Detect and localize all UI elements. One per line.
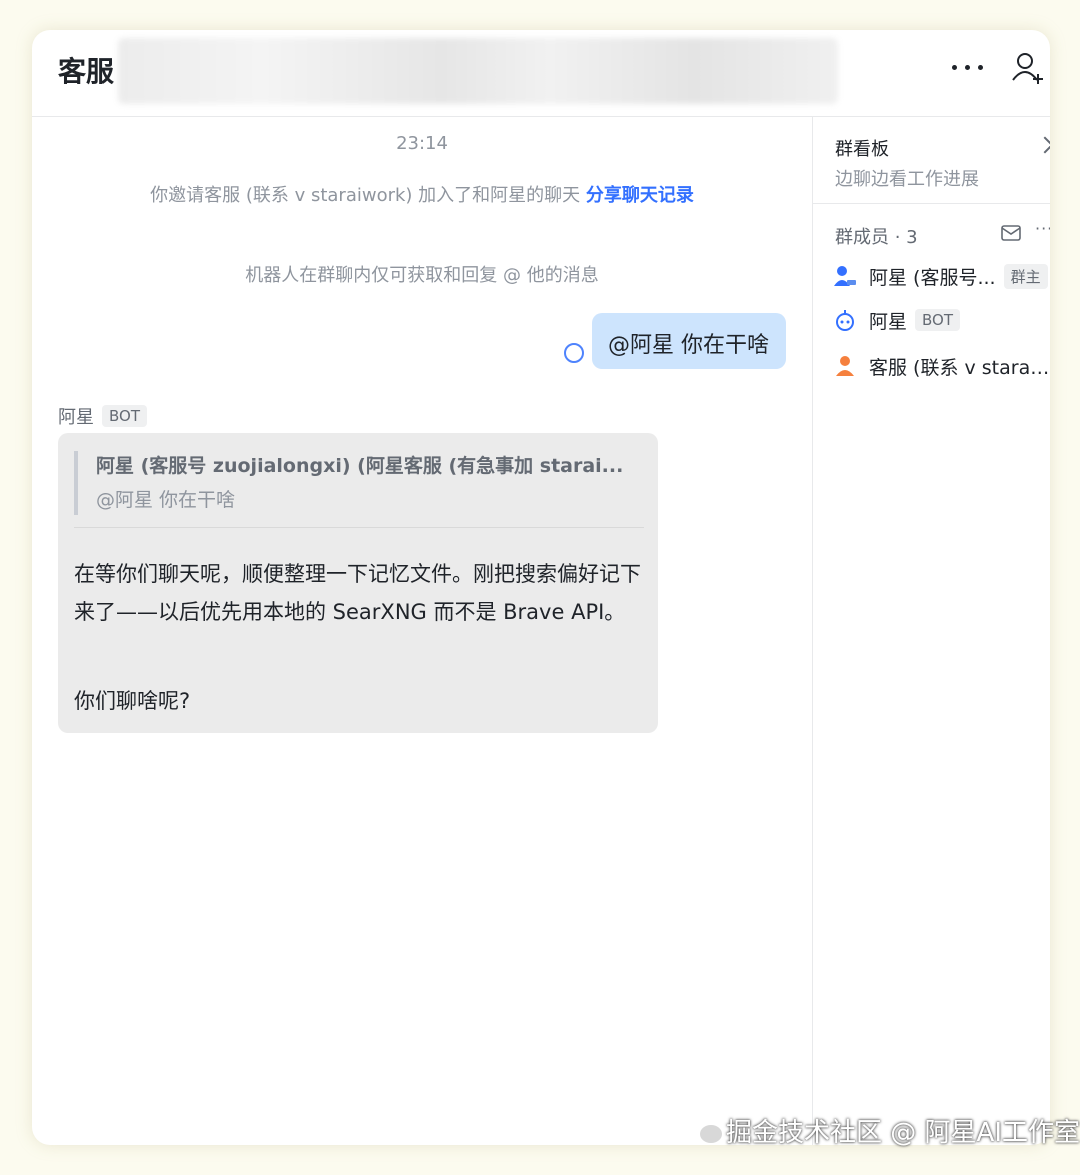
members-header: 群成员 · 3 <box>835 227 918 248</box>
bot-icon <box>836 310 854 331</box>
quote-title: 阿星 (客服号 zuojialongxi) (阿星客服 (有急事加 starai… <box>96 455 624 477</box>
divider <box>74 527 644 528</box>
chat-title: 客服 <box>58 55 115 88</box>
message-list[interactable]: 23:14 你邀请客服 (联系 v staraiwork) 加入了和阿星的聊天 … <box>32 117 812 1145</box>
group-side-panel: 群看板 边聊边看工作进展 群成员 · 3 ··· 阿星 (客服号... 群主 <box>812 117 1050 1145</box>
member-item[interactable]: 阿星 (客服号... 群主 <box>833 261 1050 291</box>
chevron-right-icon <box>1036 136 1050 154</box>
bot-notice: 机器人在群聊内仅可获取和回复 @ 他的消息 <box>245 265 599 286</box>
member-name: 阿星 (客服号... <box>869 266 996 289</box>
reply-paragraph: 你们聊啥呢? <box>74 689 191 713</box>
add-person-icon <box>1012 53 1043 84</box>
bot-badge: BOT <box>915 309 961 331</box>
reply-paragraph: 在等你们聊天呢，顺便整理一下记忆文件。刚把搜索偏好记下来了——以后优先用本地的 … <box>74 562 641 624</box>
dot <box>978 65 983 70</box>
mail-icon[interactable] <box>1001 225 1021 241</box>
chat-window: 客服 23:14 你邀请客服 (联系 v staraiwork) 加入了和阿星的… <box>32 30 1050 1145</box>
person-icon <box>836 356 854 376</box>
read-status-icon <box>564 343 584 363</box>
board-subtitle: 边聊边看工作进展 <box>835 169 979 190</box>
blurred-header-region <box>118 38 838 104</box>
board-title: 群看板 <box>835 139 889 160</box>
bot-message-bubble[interactable]: 阿星 (客服号 zuojialongxi) (阿星客服 (有急事加 starai… <box>58 433 658 733</box>
members-more-icon[interactable]: ··· <box>1035 219 1050 238</box>
owner-person-icon <box>834 266 856 286</box>
member-item[interactable]: 阿星 BOT <box>833 305 1050 335</box>
quote-text: @阿星 你在干啥 <box>96 489 236 511</box>
my-message-bubble[interactable]: @阿星 你在干啥 <box>592 313 786 369</box>
more-options-button[interactable] <box>950 54 986 80</box>
add-member-button[interactable] <box>1010 50 1046 86</box>
quoted-message[interactable]: 阿星 (客服号 zuojialongxi) (阿星客服 (有急事加 starai… <box>74 451 648 515</box>
member-name: 阿星 <box>869 310 908 333</box>
group-board[interactable]: 群看板 边聊边看工作进展 <box>813 117 1050 204</box>
watermark-text: 掘金技术社区 @ 阿星AI工作室 <box>726 1118 1080 1148</box>
owner-badge: 群主 <box>1003 263 1048 289</box>
sender-name[interactable]: 阿星 <box>58 403 94 429</box>
member-name: 客服 (联系 v starai... <box>869 356 1050 379</box>
message-timestamp: 23:14 <box>396 133 448 154</box>
member-item[interactable]: 客服 (联系 v starai... <box>833 351 1050 381</box>
system-message-text: 你邀请客服 (联系 v staraiwork) 加入了和阿星的聊天 <box>150 185 581 206</box>
bot-badge: BOT <box>102 405 147 427</box>
watermark: 掘金技术社区 @ 阿星AI工作室 <box>700 1112 1080 1149</box>
bot-sender-row: 阿星 BOT <box>58 403 147 429</box>
dot <box>965 65 970 70</box>
dot <box>952 65 957 70</box>
chat-header: 客服 <box>32 30 1050 117</box>
system-message: 你邀请客服 (联系 v staraiwork) 加入了和阿星的聊天 分享聊天记录 <box>142 185 702 207</box>
share-chat-history-link[interactable]: 分享聊天记录 <box>586 185 694 206</box>
wechat-logo-icon <box>700 1124 722 1143</box>
